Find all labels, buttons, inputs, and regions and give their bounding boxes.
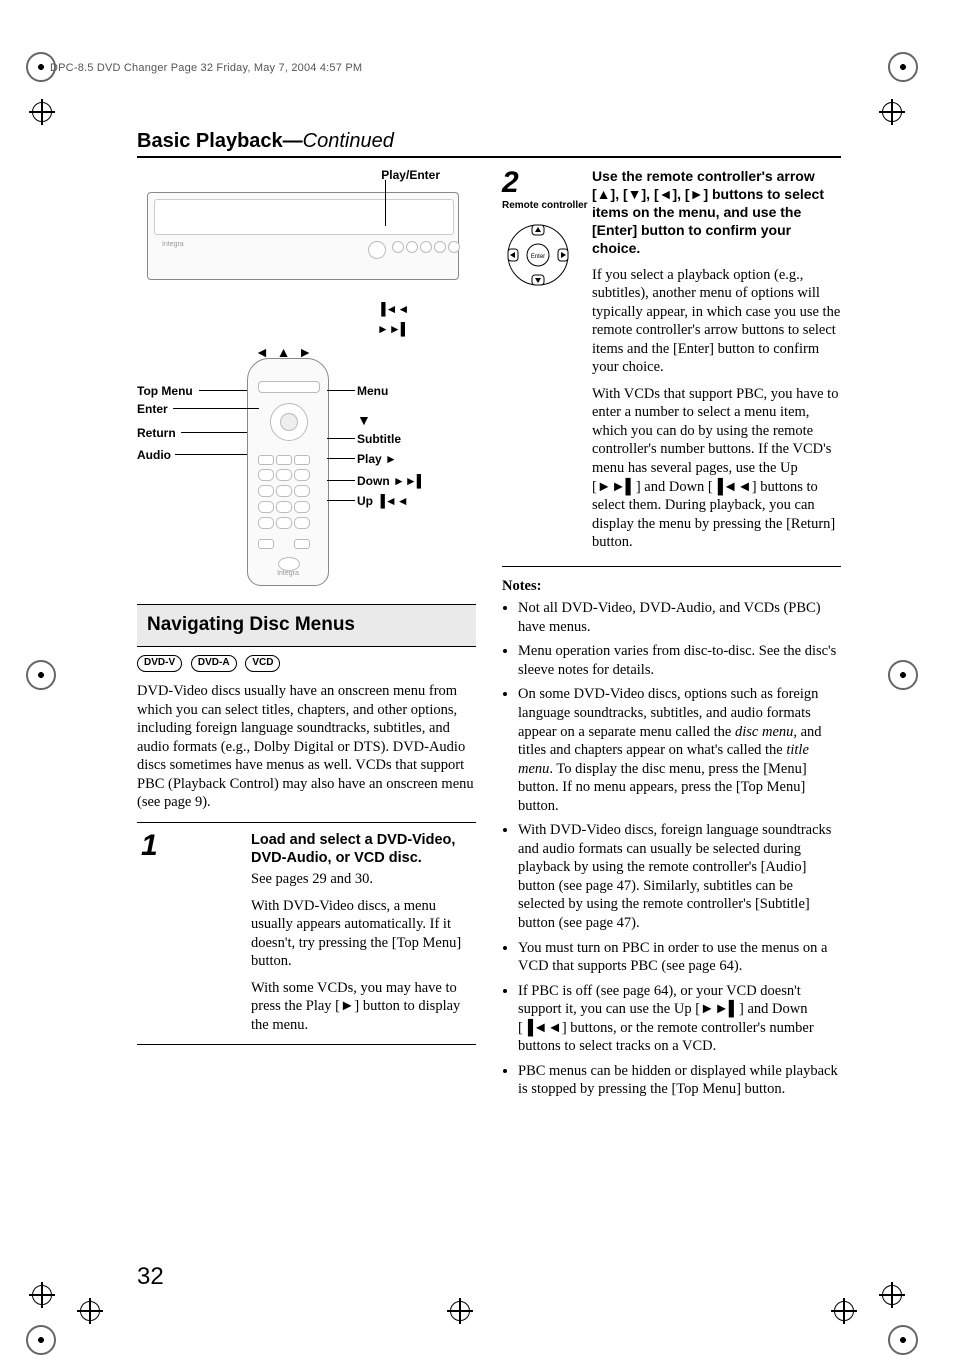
label-down: Down ►►▌	[357, 474, 425, 489]
registration-icon	[834, 1301, 854, 1321]
notes-heading: Notes:	[502, 577, 841, 596]
label-enter: Enter	[137, 402, 168, 417]
skip-back-icon: ▐◄◄	[377, 302, 409, 317]
two-column-layout: Play/Enter Integra ▐◄◄	[137, 168, 841, 1105]
step-1-body: Load and select a DVD-Video, DVD-Audio, …	[251, 831, 476, 1034]
skip-back-icon: ▐◄◄	[523, 1020, 562, 1036]
dvd-player-illustration: Integra	[147, 192, 459, 280]
note-item: PBC menus can be hidden or displayed whi…	[518, 1062, 841, 1099]
note-item: If PBC is off (see page 64), or your VCD…	[518, 982, 841, 1056]
step-2-rule	[502, 566, 841, 567]
badge-dvd-a: DVD-A	[191, 655, 237, 672]
intro-paragraph: DVD-Video discs usually have an onscreen…	[137, 682, 476, 812]
registration-icon	[450, 1301, 470, 1321]
page: DPC-8.5 DVD Changer Page 32 Friday, May …	[0, 0, 954, 1351]
remote-dpad-illustration: Enter	[502, 219, 574, 291]
section-title-continued: Continued	[303, 130, 394, 152]
crop-mark-icon	[888, 660, 908, 680]
crop-mark-icon	[888, 52, 908, 72]
badge-dvd-v: DVD-V	[137, 655, 182, 672]
crop-mark-icon	[26, 660, 46, 680]
step-2-number: 2	[502, 168, 592, 198]
label-play-enter: Play/Enter	[381, 168, 440, 183]
step-1-box: 1 Load and select a DVD-Video, DVD-Audio…	[137, 822, 476, 1045]
label-menu: Menu	[357, 384, 388, 399]
label-up: Up ▐◄◄	[357, 494, 409, 509]
page-number: 32	[137, 1263, 164, 1291]
note-item: Menu operation varies from disc-to-disc.…	[518, 642, 841, 679]
section-title-main: Basic Playback	[137, 130, 283, 152]
skip-fwd-icon: ►►▌	[700, 1001, 739, 1017]
badge-vcd: VCD	[245, 655, 280, 672]
skip-back-icon: ▐◄◄	[713, 479, 752, 495]
registration-icon	[32, 1285, 52, 1305]
notes-list: Not all DVD-Video, DVD-Audio, and VCDs (…	[506, 599, 841, 1099]
disc-type-badges: DVD-V DVD-A VCD	[137, 655, 476, 672]
right-column: 2 Remote controller Enter	[502, 168, 841, 1105]
section-title: Basic Playback—Continued	[137, 130, 841, 153]
crop-mark-icon	[26, 1325, 46, 1345]
label-subtitle: Subtitle	[357, 432, 401, 447]
registration-icon	[32, 102, 52, 122]
step-2-body: Use the remote controller's arrow [▲], […	[592, 168, 841, 552]
title-rule	[137, 156, 841, 158]
up-arrow-icon: ▲	[597, 186, 611, 202]
skip-fwd-icon: ►►▌	[597, 479, 636, 495]
down-arrow-icon: ▼	[357, 412, 371, 430]
crop-mark-icon	[888, 1325, 908, 1345]
remote-illustration: Integra	[247, 358, 329, 586]
registration-icon	[80, 1301, 100, 1321]
step-2-remote-label: Remote controller	[502, 200, 592, 213]
section-title-dash: —	[283, 130, 303, 152]
step-2-left: 2 Remote controller Enter	[502, 168, 592, 552]
step-1-line2: With DVD-Video discs, a menu usually app…	[251, 897, 476, 971]
step-2-bold: Use the remote controller's arrow [▲], […	[592, 168, 841, 258]
left-arrow-icon: ◄	[659, 186, 673, 202]
label-play: Play ►	[357, 452, 397, 467]
step-2-p2: With VCDs that support PBC, you have to …	[592, 385, 841, 552]
note-item: On some DVD-Video discs, options such as…	[518, 685, 841, 815]
crop-mark-icon	[26, 52, 46, 72]
note-item: With DVD-Video discs, foreign language s…	[518, 821, 841, 932]
step-2-box: 2 Remote controller Enter	[502, 168, 841, 552]
label-return: Return	[137, 426, 176, 441]
subsection-heading: Navigating Disc Menus	[137, 604, 476, 647]
step-1-line1: See pages 29 and 30.	[251, 870, 476, 889]
step-1-number: 1	[137, 831, 251, 1034]
label-top-menu: Top Menu	[137, 384, 193, 399]
note-item: You must turn on PBC in order to use the…	[518, 939, 841, 976]
svg-text:Enter: Enter	[531, 254, 545, 260]
left-column: Play/Enter Integra ▐◄◄	[137, 168, 476, 1105]
step-1-bold: Load and select a DVD-Video, DVD-Audio, …	[251, 832, 455, 867]
note-item: Not all DVD-Video, DVD-Audio, and VCDs (…	[518, 599, 841, 636]
skip-fwd-icon: ►►▌	[377, 322, 409, 337]
step-1-line3: With some VCDs, you may have to press th…	[251, 979, 476, 1035]
content-area: Basic Playback—Continued Play/Enter Inte…	[137, 130, 841, 1271]
doc-header-line: DPC-8.5 DVD Changer Page 32 Friday, May …	[50, 62, 834, 74]
down-arrow-icon: ▼	[628, 186, 642, 202]
step-2-p1: If you select a playback option (e.g., s…	[592, 266, 841, 377]
device-remote-diagram: Play/Enter Integra ▐◄◄	[137, 168, 476, 598]
right-arrow-icon: ►	[690, 186, 704, 202]
registration-icon	[882, 102, 902, 122]
play-icon: ►	[340, 998, 354, 1014]
label-audio: Audio	[137, 448, 171, 463]
registration-icon	[882, 1285, 902, 1305]
